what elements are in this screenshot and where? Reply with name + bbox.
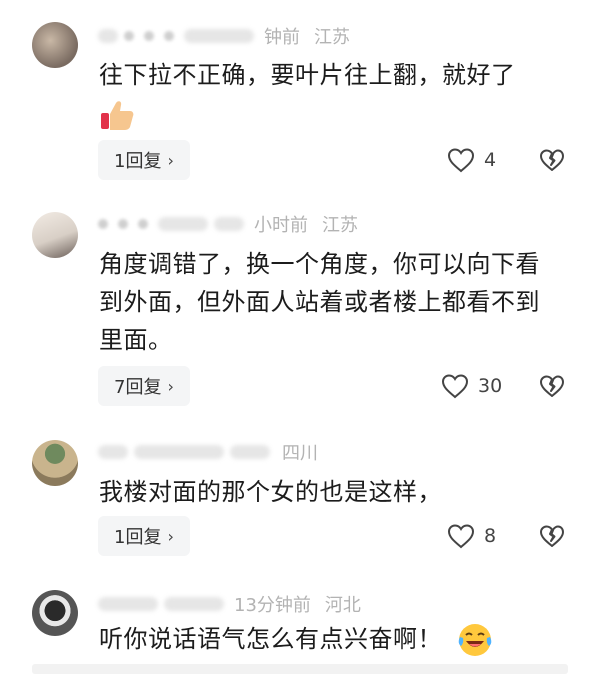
comment-location: 江苏 [314, 27, 350, 48]
like-count: 4 [484, 149, 497, 171]
comment-meta: 钟前 江苏 [98, 24, 350, 48]
like-count: 30 [478, 375, 503, 397]
reply-button[interactable]: 1回复 › [98, 140, 190, 180]
blurred-username [98, 445, 128, 459]
reply-label: 7回复 [114, 377, 162, 398]
comment-text[interactable]: 听你说话语气怎么有点兴奋啊！ [99, 620, 569, 659]
blurred-username [138, 219, 148, 229]
blurred-username [134, 445, 224, 459]
heart-icon [441, 374, 469, 399]
laughing-tears-icon [458, 624, 492, 656]
like-button[interactable]: 30 [440, 366, 502, 406]
avatar[interactable] [32, 212, 78, 258]
avatar[interactable] [32, 590, 78, 636]
blurred-username [230, 445, 270, 459]
blurred-username [158, 217, 208, 231]
blurred-username [164, 597, 224, 611]
like-count: 8 [484, 525, 497, 547]
comment-text[interactable]: 角度调错了，换一个角度，你可以向下看到外面，但外面人站着或者楼上都看不到里面。 [99, 245, 559, 359]
reply-button[interactable]: 1回复 › [98, 516, 190, 556]
broken-heart-icon[interactable] [538, 146, 566, 174]
broken-heart-icon[interactable] [538, 522, 566, 550]
blurred-username [164, 31, 174, 41]
comment-time: 小时前 [254, 215, 308, 236]
comment-meta: 小时前 江苏 [98, 212, 358, 236]
blurred-username [214, 217, 244, 231]
like-button[interactable]: 4 [446, 140, 496, 180]
blurred-username [98, 219, 108, 229]
comment-meta: 四川 [98, 440, 318, 464]
blurred-username [184, 29, 254, 43]
comment-meta: 13分钟前 河北 [98, 592, 361, 616]
comment-location: 四川 [282, 443, 318, 464]
heart-icon [447, 148, 475, 173]
reply-label: 1回复 [114, 151, 162, 172]
comment-location: 江苏 [322, 215, 358, 236]
avatar[interactable] [32, 22, 78, 68]
avatar[interactable] [32, 440, 78, 486]
blurred-username [124, 31, 134, 41]
chevron-right-icon: › [167, 526, 174, 546]
comment-time: 钟前 [264, 27, 300, 48]
chevron-right-icon: › [167, 150, 174, 170]
reply-label: 1回复 [114, 527, 162, 548]
blurred-username [98, 597, 158, 611]
blurred-username [98, 29, 118, 43]
reply-button[interactable]: 7回复 › [98, 366, 190, 406]
comment-text[interactable]: 我楼对面的那个女的也是这样， [99, 473, 569, 511]
comment-text[interactable]: 往下拉不正确，要叶片往上翻，就好了 [99, 56, 569, 133]
divider [32, 664, 568, 674]
blurred-username [144, 31, 154, 41]
comment-time: 13分钟前 [234, 595, 311, 616]
comment-text-content: 听你说话语气怎么有点兴奋啊！ [99, 625, 442, 653]
blurred-username [118, 219, 128, 229]
chevron-right-icon: › [167, 376, 174, 396]
heart-icon [447, 524, 475, 549]
like-button[interactable]: 8 [446, 516, 496, 556]
broken-heart-icon[interactable] [538, 372, 566, 400]
thumbs-up-icon [101, 101, 134, 130]
comment-text-content: 往下拉不正确，要叶片往上翻，就好了 [99, 61, 516, 89]
comment-location: 河北 [324, 595, 361, 616]
